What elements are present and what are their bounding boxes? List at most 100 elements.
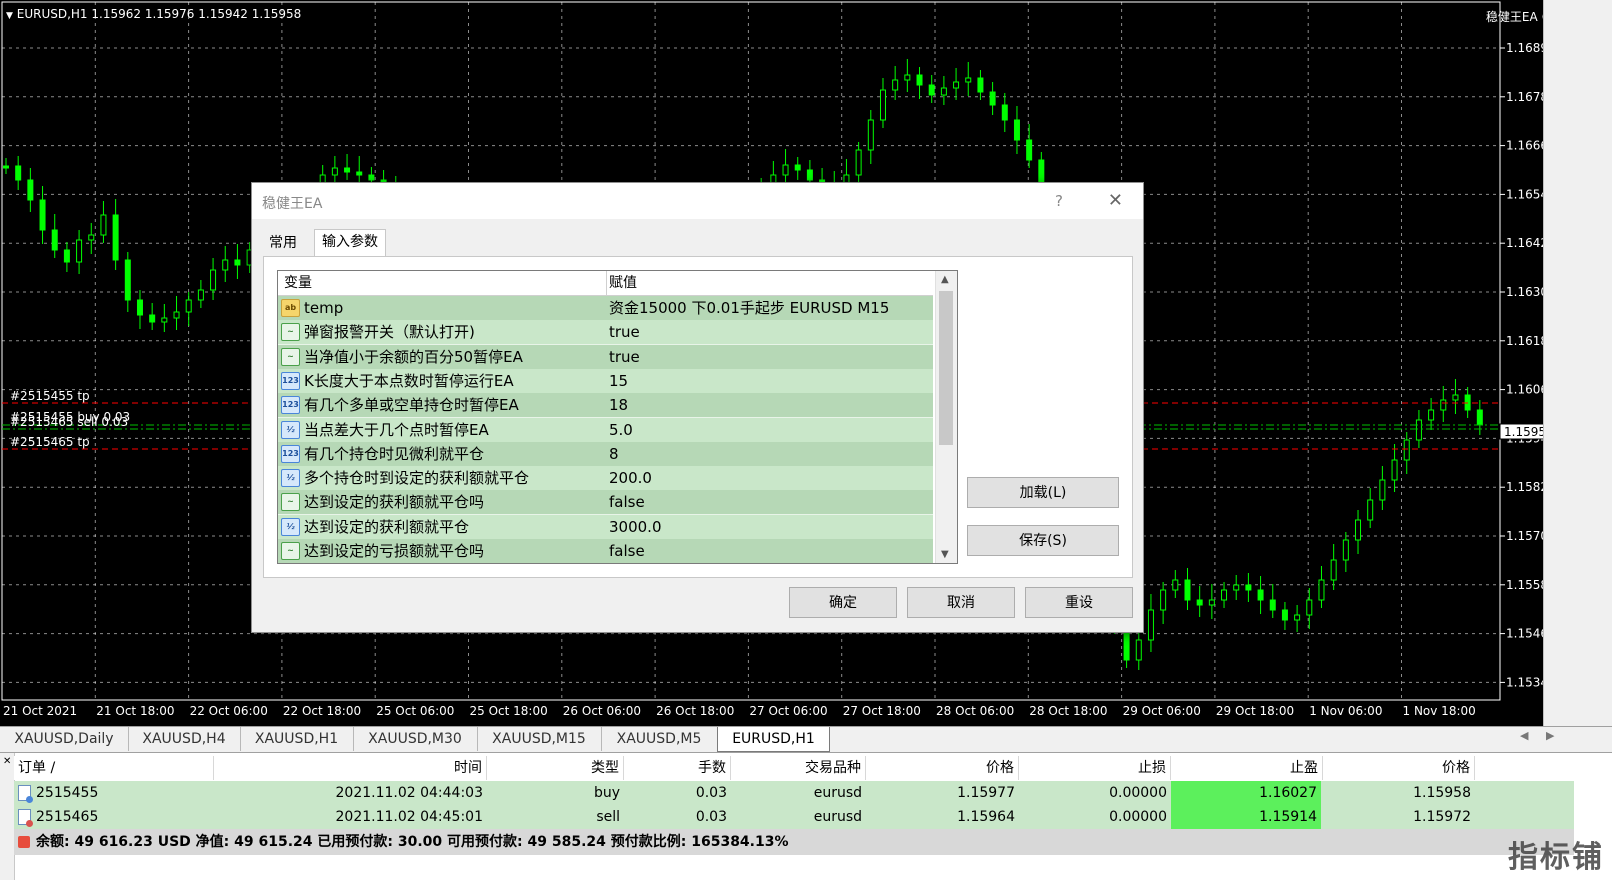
param-row[interactable]: ½ 当点差大于几个点时暂停EA 5.0 bbox=[278, 417, 933, 443]
volume-cell: 0.03 bbox=[695, 785, 727, 801]
chart-tab[interactable]: XAUUSD,M5 bbox=[601, 727, 718, 751]
table-row[interactable]: 2515455 2021.11.02 04:44:03 buy 0.03 eur… bbox=[14, 781, 1574, 805]
close-icon[interactable]: ✕ bbox=[3, 756, 11, 767]
tab-common[interactable]: 常用 bbox=[262, 231, 304, 255]
candle-body bbox=[222, 259, 229, 271]
candle-body bbox=[1428, 409, 1435, 421]
chart-scrollbar[interactable] bbox=[1543, 0, 1564, 726]
tab-scroll-right-icon[interactable]: ▶ bbox=[1546, 729, 1554, 742]
candle-body bbox=[1294, 614, 1301, 621]
chart-tab[interactable]: XAUUSD,M30 bbox=[353, 727, 478, 751]
col-order[interactable]: 订单 / bbox=[14, 756, 214, 780]
scroll-thumb[interactable] bbox=[939, 291, 953, 445]
chart-tab[interactable]: XAUUSD,H4 bbox=[128, 727, 241, 751]
ok-button[interactable]: 确定 bbox=[789, 587, 897, 618]
inputs-panel: 变量 赋值 ab temp 资金15000 下0.01手起步 EURUSD M15 ~… bbox=[263, 256, 1133, 578]
tab-scroll-left-icon[interactable]: ◀ bbox=[1520, 729, 1528, 742]
col-symbol[interactable]: 交易品种 bbox=[731, 756, 866, 780]
param-value[interactable]: 15 bbox=[609, 369, 628, 393]
col-variable[interactable]: 变量 bbox=[278, 271, 607, 295]
candle-body bbox=[867, 119, 874, 151]
param-value[interactable]: 8 bbox=[609, 442, 619, 466]
order-label: #2515465 tp bbox=[10, 435, 90, 449]
param-value[interactable]: 5.0 bbox=[609, 418, 633, 442]
chart-tab[interactable]: XAUUSD,M15 bbox=[477, 727, 602, 751]
col-current-price[interactable]: 价格 bbox=[1323, 756, 1475, 780]
time-label: 28 Oct 06:00 bbox=[936, 704, 1014, 718]
watermark: 指标铺 bbox=[1508, 840, 1604, 875]
candle-body bbox=[782, 164, 789, 176]
current-price-cell: 1.15972 bbox=[1413, 809, 1471, 825]
time-label: 29 Oct 06:00 bbox=[1123, 704, 1201, 718]
tab-inputs[interactable]: 输入参数 bbox=[314, 229, 386, 258]
col-time[interactable]: 时间 bbox=[214, 756, 487, 780]
time-label: 1 Nov 06:00 bbox=[1309, 704, 1382, 718]
buy-order-icon bbox=[18, 785, 33, 803]
col-tp[interactable]: 止盈 bbox=[1171, 756, 1323, 780]
load-button[interactable]: 加载(L) bbox=[967, 477, 1119, 508]
scroll-up-icon[interactable]: ▲ bbox=[941, 274, 949, 285]
param-row[interactable]: ½ 达到设定的获利额就平仓 3000.0 bbox=[278, 514, 933, 540]
tp-cell[interactable]: 1.15914 bbox=[1171, 805, 1321, 829]
time-label: 28 Oct 18:00 bbox=[1029, 704, 1107, 718]
param-row[interactable]: 123 有几个多单或空单持仓时暂停EA 18 bbox=[278, 393, 933, 419]
param-row[interactable]: ~ 达到设定的获利额就平仓吗 false bbox=[278, 490, 933, 516]
col-volume[interactable]: 手数 bbox=[624, 756, 731, 780]
candle-body bbox=[940, 87, 947, 96]
col-sl[interactable]: 止损 bbox=[1019, 756, 1171, 780]
param-value[interactable]: false bbox=[609, 539, 645, 563]
order-cell: 2515455 bbox=[14, 781, 214, 805]
save-button[interactable]: 保存(S) bbox=[967, 525, 1119, 556]
param-row[interactable]: ~ 达到设定的亏损额就平仓吗 false bbox=[278, 539, 933, 563]
help-icon[interactable]: ? bbox=[1055, 192, 1063, 210]
dbl-type-icon: ½ bbox=[281, 517, 300, 536]
close-icon[interactable]: ✕ bbox=[1108, 190, 1123, 211]
int-type-icon: 123 bbox=[281, 396, 300, 415]
tp-cell[interactable]: 1.16027 bbox=[1171, 781, 1321, 805]
symbol-info: ▼ EURUSD,H1 1.15962 1.15976 1.15942 1.15… bbox=[6, 7, 301, 21]
param-name: 弹窗报警开关（默认打开) bbox=[304, 323, 475, 342]
sl-cell[interactable]: 0.00000 bbox=[1019, 781, 1171, 805]
dialog-titlebar[interactable]: 稳健王EA ? ✕ bbox=[252, 183, 1143, 219]
balance-summary: 余额: 49 616.23 USD 净值: 49 615.24 已用预付款: 3… bbox=[14, 829, 1214, 855]
table-row[interactable]: 2515465 2021.11.02 04:45:01 sell 0.03 eu… bbox=[14, 805, 1574, 829]
chart-tab[interactable]: XAUUSD,Daily bbox=[0, 727, 129, 751]
cancel-button[interactable]: 取消 bbox=[907, 587, 1015, 618]
candle-body bbox=[855, 149, 862, 176]
param-name: 多个持仓时到设定的获利额就平仓 bbox=[304, 469, 530, 488]
terminal-sidebar[interactable]: ✕ bbox=[0, 753, 15, 880]
sl-cell[interactable]: 0.00000 bbox=[1019, 805, 1171, 829]
chart-tab[interactable]: XAUUSD,H1 bbox=[240, 727, 354, 751]
col-type[interactable]: 类型 bbox=[487, 756, 624, 780]
params-grid[interactable]: 变量 赋值 ab temp 资金15000 下0.01手起步 EURUSD M15 ~… bbox=[277, 270, 958, 564]
time-cell: 2021.11.02 04:45:01 bbox=[335, 809, 484, 825]
param-value[interactable]: 资金15000 下0.01手起步 EURUSD M15 bbox=[609, 296, 889, 320]
param-value[interactable]: 3000.0 bbox=[609, 515, 662, 539]
reset-button[interactable]: 重设 bbox=[1025, 587, 1133, 618]
param-value[interactable]: true bbox=[609, 345, 640, 369]
candle-body bbox=[1160, 589, 1167, 611]
param-value[interactable]: 200.0 bbox=[609, 466, 652, 490]
param-value[interactable]: false bbox=[609, 490, 645, 514]
chart-tab-active[interactable]: EURUSD,H1 bbox=[717, 727, 830, 752]
param-row[interactable]: ~ 弹窗报警开关（默认打开) true bbox=[278, 320, 933, 346]
candle-body bbox=[904, 74, 911, 81]
scroll-down-icon[interactable]: ▼ bbox=[941, 549, 949, 560]
col-value[interactable]: 赋值 bbox=[603, 271, 929, 295]
order-id: 2515465 bbox=[36, 809, 99, 825]
candle-body bbox=[1172, 579, 1179, 591]
param-value[interactable]: true bbox=[609, 320, 640, 344]
param-value[interactable]: 18 bbox=[609, 393, 628, 417]
col-price[interactable]: 价格 bbox=[866, 756, 1019, 780]
chart-menu-icon[interactable]: ▼ bbox=[6, 11, 13, 21]
param-row[interactable]: ~ 当净值小于余额的百分50暂停EA true bbox=[278, 344, 933, 370]
ea-properties-dialog: 稳健王EA ? ✕ 常用 输入参数 变量 赋值 ab temp 资金15000 下0… bbox=[251, 182, 1144, 633]
param-row[interactable]: 123 K长度大于本点数时暂停运行EA 15 bbox=[278, 368, 933, 394]
time-label: 26 Oct 18:00 bbox=[656, 704, 734, 718]
param-row[interactable]: 123 有几个持仓时见微利就平仓 8 bbox=[278, 441, 933, 467]
param-row[interactable]: ab temp 资金15000 下0.01手起步 EURUSD M15 bbox=[278, 296, 933, 321]
param-row[interactable]: ½ 多个持仓时到设定的获利额就平仓 200.0 bbox=[278, 466, 933, 492]
grid-scrollbar[interactable]: ▲ ▼ bbox=[935, 271, 957, 563]
symbol-cell: eurusd bbox=[813, 785, 862, 801]
balance-icon bbox=[18, 836, 30, 848]
